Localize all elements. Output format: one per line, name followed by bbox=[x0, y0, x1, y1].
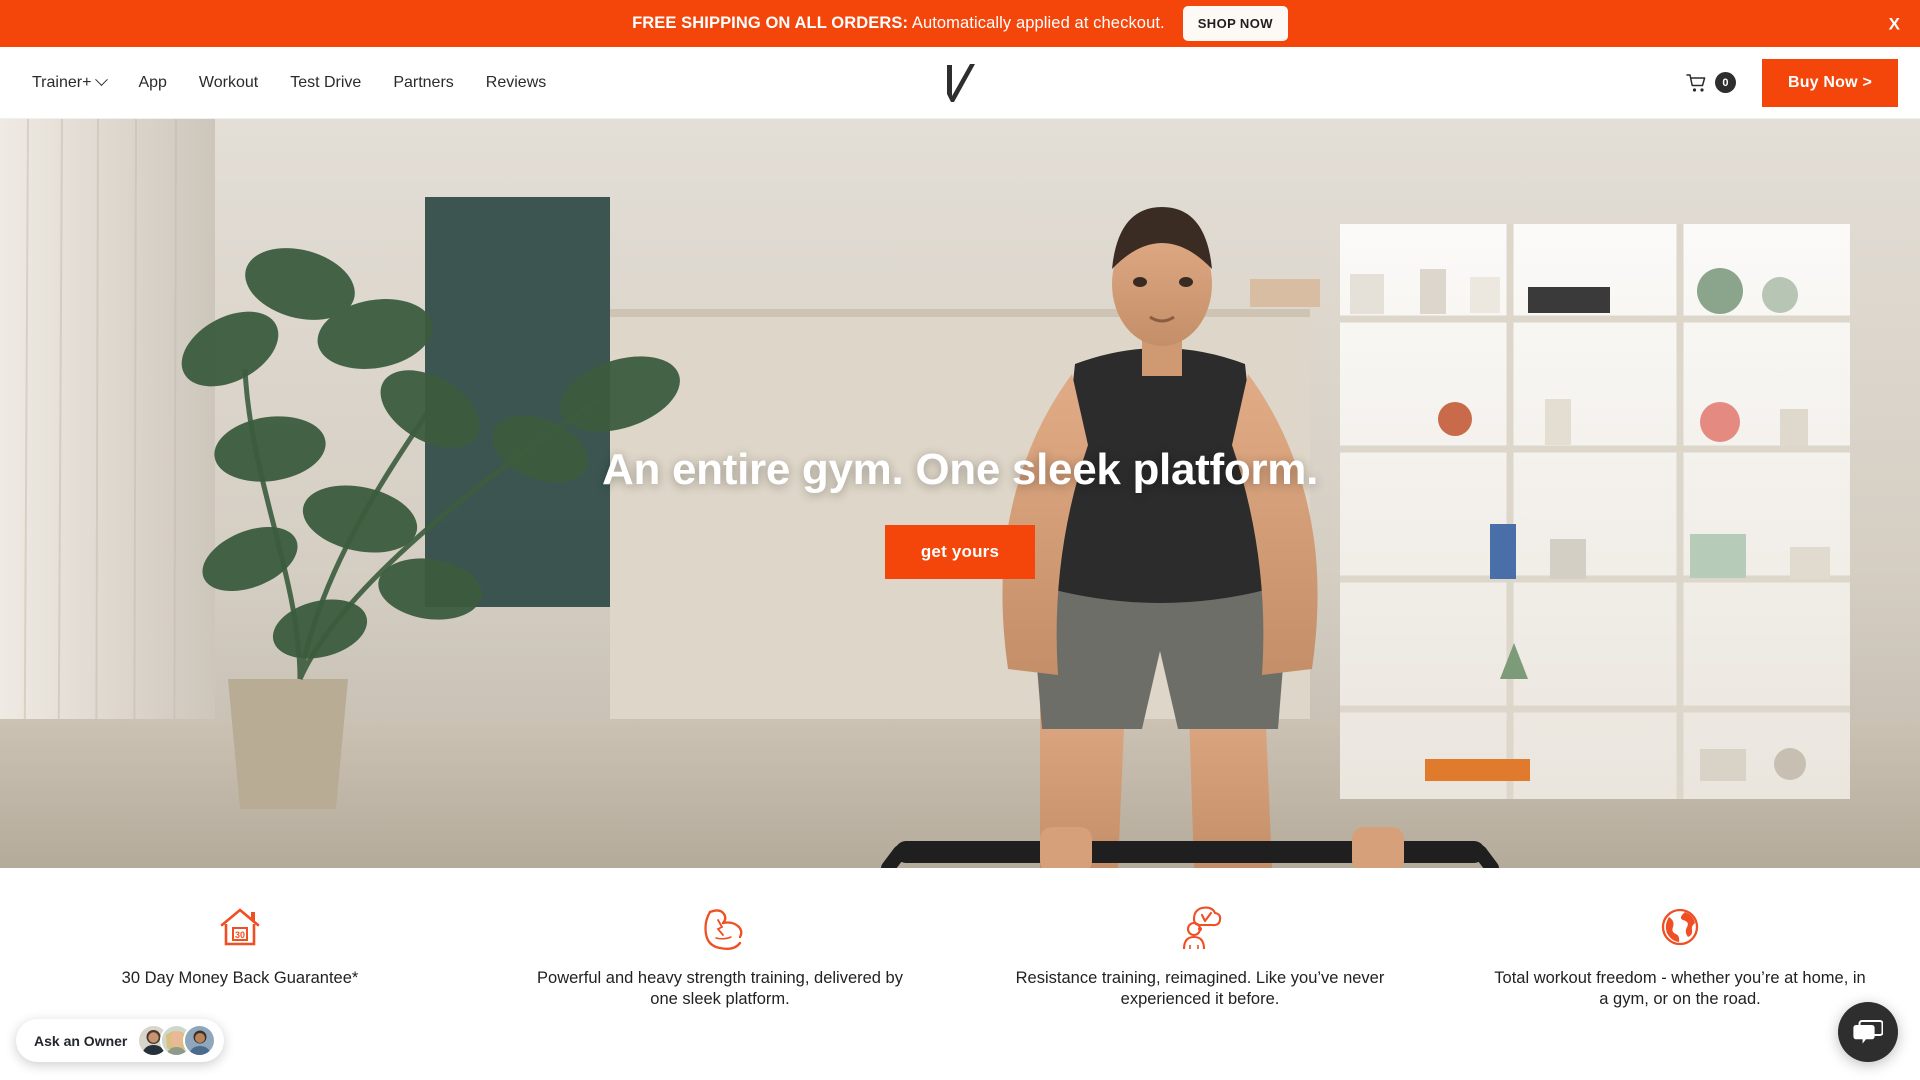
house-30-day-icon: 30 bbox=[48, 904, 432, 952]
promo-banner: FREE SHIPPING ON ALL ORDERS: Automatical… bbox=[0, 0, 1920, 47]
nav-item-reviews[interactable]: Reviews bbox=[486, 74, 546, 92]
nav-item-app[interactable]: App bbox=[138, 74, 166, 92]
chat-widget-button[interactable] bbox=[1838, 1002, 1898, 1062]
owner-avatars bbox=[137, 1024, 217, 1057]
hero-get-yours-button[interactable]: get yours bbox=[884, 525, 1036, 579]
main-navigation: Trainer+ App Workout Test Drive Partners… bbox=[0, 47, 1920, 119]
feature-text: Resistance training, reimagined. Like yo… bbox=[1015, 969, 1385, 1009]
features-row: 30 30 Day Money Back Guarantee* Powerful… bbox=[0, 868, 1920, 1080]
site-logo[interactable] bbox=[937, 61, 983, 105]
promo-message-rest: Automatically applied at checkout. bbox=[908, 14, 1165, 32]
person-thought-bubble-icon bbox=[1008, 904, 1392, 952]
svg-text:30: 30 bbox=[235, 930, 245, 940]
hero-headline: An entire gym. One sleek platform. bbox=[602, 445, 1318, 494]
cart-button[interactable]: 0 bbox=[1686, 72, 1736, 93]
vitruvian-v-logo-icon bbox=[947, 63, 975, 102]
promo-shop-now-button[interactable]: SHOP NOW bbox=[1182, 6, 1288, 41]
feature-text: 30 Day Money Back Guarantee* bbox=[121, 969, 359, 987]
nav-item-label: Trainer+ bbox=[32, 73, 92, 91]
nav-item-partners[interactable]: Partners bbox=[393, 74, 453, 92]
promo-message: FREE SHIPPING ON ALL ORDERS: Automatical… bbox=[632, 14, 1165, 33]
ask-an-owner-label: Ask an Owner bbox=[34, 1032, 128, 1049]
feature-resistance-training: Resistance training, reimagined. Like yo… bbox=[960, 904, 1440, 1011]
hero-content: An entire gym. One sleek platform. get y… bbox=[0, 445, 1920, 579]
globe-icon bbox=[1488, 904, 1872, 952]
ask-an-owner-widget[interactable]: Ask an Owner bbox=[16, 1019, 225, 1062]
promo-close-button[interactable]: X bbox=[1889, 15, 1900, 32]
promo-message-strong: FREE SHIPPING ON ALL ORDERS: bbox=[632, 14, 909, 32]
avatar bbox=[183, 1024, 217, 1057]
feature-money-back: 30 30 Day Money Back Guarantee* bbox=[0, 904, 480, 989]
nav-item-workout[interactable]: Workout bbox=[199, 74, 258, 92]
feature-strength-training: Powerful and heavy strength training, de… bbox=[480, 904, 960, 1011]
feature-text: Total workout freedom - whether you’re a… bbox=[1494, 969, 1866, 1009]
nav-right-actions: 0 Buy Now > bbox=[1686, 58, 1898, 107]
chat-bubbles-icon bbox=[1853, 1020, 1883, 1044]
nav-item-test-drive[interactable]: Test Drive bbox=[290, 74, 361, 92]
nav-links: Trainer+ App Workout Test Drive Partners… bbox=[32, 73, 546, 92]
feature-workout-freedom: Total workout freedom - whether you’re a… bbox=[1440, 904, 1920, 1011]
shopping-cart-icon bbox=[1686, 73, 1706, 92]
flexed-bicep-icon bbox=[528, 904, 912, 952]
feature-text: Powerful and heavy strength training, de… bbox=[537, 969, 903, 1009]
hero-section: An entire gym. One sleek platform. get y… bbox=[0, 119, 1920, 868]
chevron-down-icon bbox=[95, 73, 109, 87]
nav-item-trainer-plus[interactable]: Trainer+ bbox=[32, 73, 109, 92]
cart-count-badge: 0 bbox=[1714, 72, 1736, 93]
buy-now-button[interactable]: Buy Now > bbox=[1761, 58, 1898, 107]
